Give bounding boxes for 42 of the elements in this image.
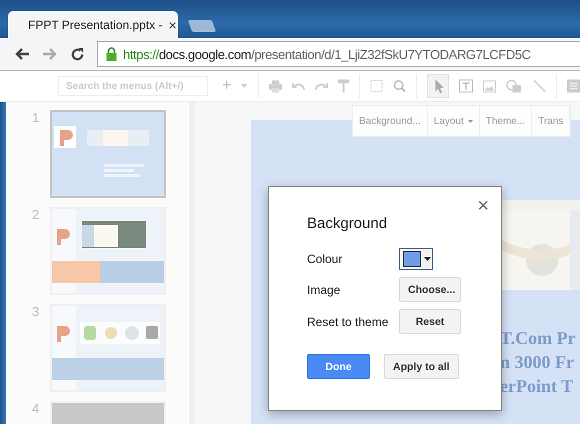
caret-icon[interactable]: [241, 84, 248, 88]
lock-icon: [106, 47, 117, 61]
setting-label: Colour: [307, 252, 344, 266]
caret-icon: [424, 257, 431, 261]
zoom-icon[interactable]: [392, 79, 406, 93]
slide-number: 3: [32, 304, 40, 321]
text-box-icon[interactable]: [459, 79, 474, 93]
dialog-button[interactable]: Reset: [399, 309, 461, 334]
redo-icon[interactable]: [314, 81, 328, 91]
comment-icon[interactable]: [567, 79, 580, 93]
done-button[interactable]: Done: [307, 354, 370, 379]
cursor-icon[interactable]: [426, 74, 450, 98]
dialog-title: Background: [307, 215, 388, 232]
slide-title-text: T.Com Pr: [500, 327, 576, 350]
paint-format-icon[interactable]: [338, 79, 349, 93]
colour-picker[interactable]: [399, 248, 433, 270]
forward-icon[interactable]: [42, 47, 58, 61]
slide-title-text: erPoint T: [500, 375, 574, 398]
url-host: docs.google.com: [158, 46, 252, 62]
url-path: /presentation/d/1_LjiZ32fSkU7YTODARG7LCFD5C: [251, 46, 531, 62]
slide-number: 4: [32, 401, 40, 418]
browser-tab[interactable]: FPPT Presentation.pptx - ×: [8, 11, 178, 38]
zoom-fit-icon[interactable]: [370, 79, 383, 93]
close-icon[interactable]: ×: [168, 16, 177, 32]
new-tab-button[interactable]: [188, 20, 216, 32]
image-icon[interactable]: [483, 80, 496, 92]
slide-number: 2: [32, 207, 40, 224]
tab-title: FPPT Presentation.pptx -: [28, 18, 163, 32]
shape-icon[interactable]: [506, 78, 524, 94]
back-icon[interactable]: [14, 47, 30, 61]
setting-label: Reset to theme: [307, 314, 390, 328]
address-bar[interactable]: https://docs.google.com/presentation/d/1_LjiZ32fSkU7YTODARG7LCFD5C: [97, 41, 580, 67]
reload-icon[interactable]: [70, 46, 85, 62]
print-icon[interactable]: [268, 80, 282, 92]
undo-icon[interactable]: [292, 81, 305, 91]
slide-number: 1: [32, 110, 40, 127]
url-scheme: https://: [123, 46, 159, 62]
apply-to-all-button[interactable]: Apply to all: [384, 354, 459, 379]
line-icon[interactable]: [533, 79, 546, 93]
setting-label: Image: [307, 282, 342, 296]
dialog-button[interactable]: Choose...: [399, 277, 461, 302]
close-icon[interactable]: ×: [477, 195, 489, 218]
